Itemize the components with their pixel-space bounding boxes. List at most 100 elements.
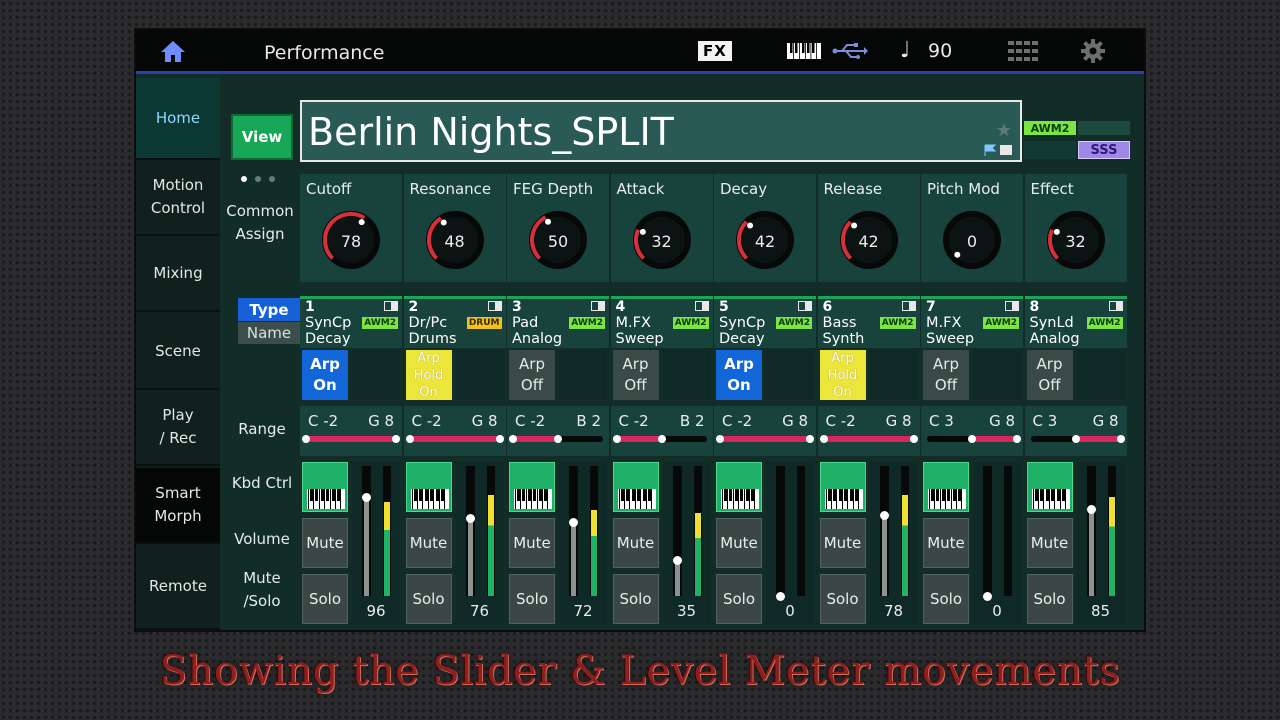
solo-button[interactable]: Solo (923, 574, 969, 624)
mute-button[interactable]: Mute (716, 518, 762, 568)
mute-button[interactable]: Mute (1026, 518, 1073, 568)
note-range[interactable]: C -2 G 8 (817, 406, 920, 456)
range-low-handle[interactable] (1071, 435, 1080, 443)
knob-5[interactable]: Release 42 (817, 174, 920, 282)
knob-6[interactable]: Pitch Mod 0 (921, 174, 1023, 282)
solo-button[interactable]: Solo (405, 574, 452, 624)
range-high-handle[interactable] (806, 435, 814, 443)
arp-button[interactable]: Arp On (716, 350, 762, 400)
range-high-handle[interactable] (495, 435, 504, 443)
volume-slider-handle[interactable] (879, 511, 889, 521)
page-indicator (241, 167, 283, 186)
range-high-handle[interactable] (392, 435, 400, 443)
mute-button[interactable]: Mute (923, 518, 969, 568)
page-title: Performance (264, 42, 385, 64)
view-button[interactable]: View (231, 114, 293, 160)
volume-slider-handle[interactable] (465, 514, 475, 523)
sidebar-item-motion-control[interactable]: Motion Control (136, 160, 220, 236)
part-header[interactable]: 1 SynCp Decay AWM2 (300, 296, 402, 348)
range-low-handle[interactable] (612, 435, 621, 443)
kbd-ctrl-button[interactable] (302, 462, 348, 512)
sidebar-item-home[interactable]: Home (136, 78, 220, 160)
range-low-handle[interactable] (819, 435, 828, 443)
volume-slider-track[interactable] (983, 466, 992, 596)
arp-button[interactable]: Arp On (302, 350, 348, 400)
kbd-ctrl-button[interactable] (612, 462, 659, 512)
knob-2[interactable]: FEG Depth 50 (507, 174, 609, 282)
solo-button[interactable]: Solo (819, 574, 866, 624)
arp-button[interactable]: Arp Off (1026, 350, 1073, 400)
part-header[interactable]: 8 SynLd Analog AWM2 (1024, 296, 1127, 348)
knob-1[interactable]: Resonance 48 (403, 174, 506, 282)
note-range[interactable]: C 3 G 8 (1024, 406, 1127, 456)
arp-button[interactable]: Arp Off (612, 350, 659, 400)
grid-icon[interactable] (1008, 41, 1038, 61)
solo-button[interactable]: Solo (612, 574, 659, 624)
range-high-handle[interactable] (1116, 435, 1125, 443)
gear-icon[interactable] (1081, 39, 1105, 63)
range-low-handle[interactable] (716, 435, 724, 443)
volume-slider-handle[interactable] (569, 517, 578, 527)
knob-0[interactable]: Cutoff 78 (300, 174, 402, 282)
arp-button[interactable]: Arp Hold On (819, 350, 866, 400)
sidebar-item-mixing[interactable]: Mixing (136, 236, 220, 312)
star-icon[interactable]: ★ (996, 120, 1012, 141)
arp-button[interactable]: Arp Hold On (405, 350, 452, 400)
sidebar-item-scene[interactable]: Scene (136, 314, 220, 390)
kbd-ctrl-button[interactable] (405, 462, 452, 512)
solo-button[interactable]: Solo (716, 574, 762, 624)
knob-7[interactable]: Effect 32 (1024, 174, 1127, 282)
range-high-handle[interactable] (909, 435, 918, 443)
part-header[interactable]: 3 Pad Analog AWM2 (507, 296, 609, 348)
note-range[interactable]: C -2 G 8 (714, 406, 816, 456)
arp-button[interactable]: Arp Off (923, 350, 969, 400)
mute-button[interactable]: Mute (405, 518, 452, 568)
range-high-handle[interactable] (1013, 435, 1021, 443)
note-range[interactable]: C -2 B 2 (610, 406, 713, 456)
range-low-handle[interactable] (405, 435, 414, 443)
range-low-handle[interactable] (509, 435, 517, 443)
part-header[interactable]: 7 M.FX Sweep AWM2 (921, 296, 1023, 348)
knob-3[interactable]: Attack 32 (610, 174, 713, 282)
volume-slider-handle[interactable] (776, 592, 785, 601)
sidebar-item-smart-morph[interactable]: Smart Morph (136, 468, 220, 544)
mute-button[interactable]: Mute (819, 518, 866, 568)
name-button[interactable]: Name (238, 322, 300, 344)
mute-button[interactable]: Mute (302, 518, 348, 568)
note-range[interactable]: C 3 G 8 (921, 406, 1023, 456)
part-header[interactable]: 2 Dr/Pc Drums DRUM (403, 296, 506, 348)
tempo-value[interactable]: 90 (928, 40, 952, 62)
solo-button[interactable]: Solo (302, 574, 348, 624)
sidebar-item-remote[interactable]: Remote (136, 544, 220, 630)
volume-slider-handle[interactable] (1086, 504, 1096, 514)
fx-button[interactable]: FX (698, 41, 732, 61)
note-range[interactable]: C -2 B 2 (507, 406, 609, 456)
part-header[interactable]: 4 M.FX Sweep AWM2 (610, 296, 713, 348)
volume-slider-handle[interactable] (983, 592, 992, 601)
kbd-ctrl-button[interactable] (716, 462, 762, 512)
part-header[interactable]: 6 Bass Synth AWM2 (817, 296, 920, 348)
arp-button[interactable]: Arp Off (509, 350, 555, 400)
kbd-ctrl-button[interactable] (1026, 462, 1073, 512)
home-icon[interactable] (160, 39, 186, 63)
solo-button[interactable]: Solo (509, 574, 555, 624)
kbd-ctrl-button[interactable] (509, 462, 555, 512)
part-header[interactable]: 5 SynCp Decay AWM2 (714, 296, 816, 348)
volume-slider-track[interactable] (776, 466, 785, 596)
volume-slider-handle[interactable] (672, 555, 682, 565)
mute-button[interactable]: Mute (612, 518, 659, 568)
knob-4[interactable]: Decay 42 (714, 174, 816, 282)
performance-name-field[interactable]: Berlin Nights_SPLIT ★ (300, 100, 1022, 162)
kbd-ctrl-button[interactable] (819, 462, 866, 512)
mute-button[interactable]: Mute (509, 518, 555, 568)
note-range[interactable]: C -2 G 8 (403, 406, 506, 456)
range-high-handle[interactable] (554, 435, 562, 443)
range-low-handle[interactable] (968, 435, 976, 443)
kbd-ctrl-button[interactable] (923, 462, 969, 512)
sidebar-item-play-rec[interactable]: Play / Rec (136, 390, 220, 466)
type-button[interactable]: Type (238, 298, 300, 321)
note-range[interactable]: C -2 G 8 (300, 406, 402, 456)
range-low-handle[interactable] (302, 435, 310, 443)
solo-button[interactable]: Solo (1026, 574, 1073, 624)
range-high-handle[interactable] (657, 435, 666, 443)
